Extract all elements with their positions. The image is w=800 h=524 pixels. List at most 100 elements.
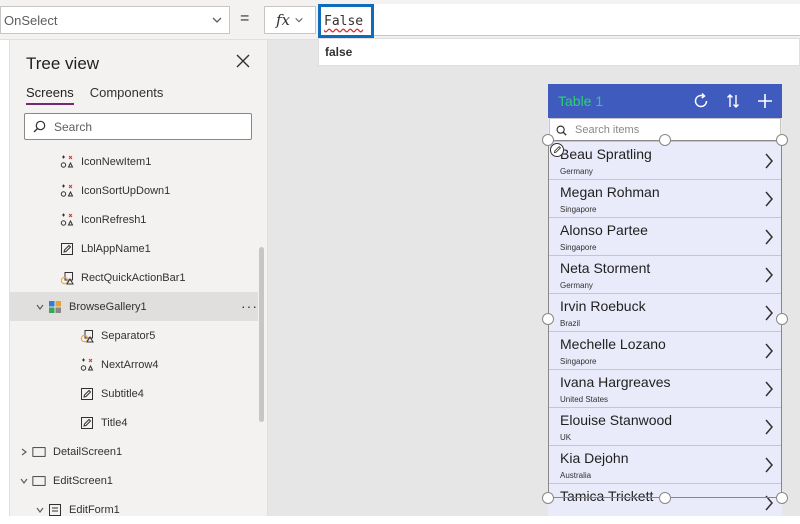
tree-item[interactable]: IconSortUpDown1 — [10, 176, 258, 205]
search-icon — [556, 125, 567, 136]
chevron-right-icon[interactable] — [18, 448, 30, 456]
gallery-item-subtitle: UK — [560, 433, 572, 442]
gallery-item-title: Neta Storment — [560, 260, 651, 276]
gallery-item[interactable]: Kia Dejohn Australia — [548, 446, 782, 484]
next-arrow-icon[interactable] — [764, 418, 774, 436]
resize-handle-left[interactable] — [542, 313, 554, 325]
close-icon[interactable] — [236, 54, 250, 68]
label-control-icon — [60, 242, 74, 256]
app-header: Table 1 — [548, 84, 782, 118]
tree-view-title: Tree view — [26, 54, 100, 73]
resize-handle-bottom-right[interactable] — [776, 492, 788, 504]
resize-handle-bottom-left[interactable] — [542, 492, 554, 504]
formula-value[interactable]: False — [318, 4, 374, 38]
gallery-item[interactable]: Ivana Hargreaves United States — [548, 370, 782, 408]
tree-view-tabs: Screens Components — [26, 85, 163, 105]
tree-item[interactable]: IconRefresh1 — [10, 205, 258, 234]
gallery-item-title: Kia Dejohn — [560, 450, 629, 466]
tree-item[interactable]: DetailScreen1 — [10, 437, 258, 466]
gallery-item[interactable]: Elouise Stanwood UK — [548, 408, 782, 446]
gallery-item-subtitle: Singapore — [560, 243, 597, 252]
next-arrow-icon[interactable] — [764, 228, 774, 246]
tree-item[interactable]: Subtitle4 — [10, 379, 258, 408]
gallery-item-subtitle: Australia — [560, 471, 592, 480]
chevron-down-icon[interactable] — [18, 477, 30, 485]
tree-item[interactable]: IconNewItem1 — [10, 147, 258, 176]
browse-gallery[interactable]: Beau Spratling Germany Megan Rohman Singapo… — [548, 142, 782, 516]
property-dropdown[interactable]: OnSelect — [0, 6, 230, 34]
gallery-item[interactable]: Irvin Roebuck Brazil — [548, 294, 782, 332]
gallery-item-subtitle: Germany — [560, 281, 593, 290]
next-arrow-icon[interactable] — [764, 266, 774, 284]
tree-item[interactable]: RectQuickActionBar1 — [10, 263, 258, 292]
gallery-item[interactable]: Mechelle Lozano Singapore — [548, 332, 782, 370]
gallery-item-subtitle: Germany — [560, 167, 593, 176]
tree-item-label: RectQuickActionBar1 — [81, 271, 186, 284]
left-rail — [0, 40, 10, 516]
tree-item[interactable]: EditScreen1 — [10, 466, 258, 495]
next-arrow-icon[interactable] — [764, 380, 774, 398]
gallery-item-title: Tamica Trickett — [560, 488, 654, 504]
add-icon[interactable] — [756, 92, 774, 110]
resize-handle-bottom[interactable] — [659, 492, 671, 504]
tree-item-label: LblAppName1 — [81, 242, 151, 255]
next-arrow-icon[interactable] — [764, 342, 774, 360]
tree-item[interactable]: Separator5 — [10, 321, 258, 350]
gallery-item-title: Beau Spratling — [560, 146, 652, 162]
formula-bar: OnSelect = fx False — [0, 0, 800, 40]
tree-item[interactable]: EditForm1 — [10, 495, 258, 524]
resize-handle-top[interactable] — [659, 134, 671, 146]
tree-item-label: NextArrow4 — [101, 358, 159, 371]
property-dropdown-value: OnSelect — [4, 12, 58, 28]
label-control-icon — [80, 416, 94, 430]
fx-button[interactable]: fx — [264, 6, 316, 34]
tree-view-panel: Tree view Screens Components Search Icon… — [10, 40, 268, 516]
resize-handle-top-right[interactable] — [776, 134, 788, 146]
icon-control-icon — [60, 155, 74, 169]
tree-item-label: IconNewItem1 — [81, 155, 152, 168]
chevron-down-icon — [212, 17, 222, 23]
tree-item-label: IconSortUpDown1 — [81, 184, 171, 197]
screen-icon — [32, 445, 46, 459]
gallery-control-icon — [48, 300, 62, 314]
next-arrow-icon[interactable] — [764, 190, 774, 208]
sort-up-down-icon[interactable] — [724, 92, 742, 110]
tree-item-label: EditScreen1 — [53, 474, 113, 487]
tree-item[interactable]: Title4 — [10, 408, 258, 437]
tab-screens[interactable]: Screens — [26, 85, 74, 105]
tree-item[interactable]: NextArrow4 — [10, 350, 258, 379]
shape-control-icon — [60, 271, 74, 285]
app-title[interactable]: Table 1 — [558, 93, 603, 109]
icon-control-icon — [60, 184, 74, 198]
tree-item-label: DetailScreen1 — [53, 445, 123, 458]
next-arrow-icon[interactable] — [764, 494, 774, 512]
edit-pencil-icon[interactable] — [550, 143, 564, 157]
tree-item-label: Title4 — [101, 416, 128, 429]
gallery-item-subtitle: United States — [560, 395, 609, 404]
resize-handle-right[interactable] — [776, 313, 788, 325]
chevron-down-icon[interactable] — [34, 506, 46, 514]
next-arrow-icon[interactable] — [764, 456, 774, 474]
more-options-icon[interactable]: ··· — [241, 298, 258, 314]
formula-input[interactable] — [318, 4, 800, 36]
screen-icon — [32, 474, 46, 488]
next-arrow-icon[interactable] — [764, 304, 774, 322]
tab-components[interactable]: Components — [90, 85, 164, 105]
intellisense-suggestion[interactable]: false — [318, 38, 800, 66]
label-control-icon — [80, 387, 94, 401]
gallery-item[interactable]: Neta Storment Germany — [548, 256, 782, 294]
gallery-item[interactable]: Beau Spratling Germany — [548, 142, 782, 180]
tree-search-input[interactable]: Search — [24, 113, 252, 140]
chevron-down-icon[interactable] — [34, 303, 46, 311]
equals-sign: = — [240, 10, 250, 27]
tree-item[interactable]: LblAppName1 — [10, 234, 258, 263]
next-arrow-icon[interactable] — [764, 152, 774, 170]
tree-item[interactable]: BrowseGallery1 ··· — [10, 292, 258, 321]
tree-search-placeholder: Search — [54, 119, 93, 134]
gallery-item[interactable]: Megan Rohman Singapore — [548, 180, 782, 218]
tree-list: IconNewItem1 IconSortUpDown1 IconRefresh1 L… — [10, 147, 258, 524]
gallery-item[interactable]: Alonso Partee Singapore — [548, 218, 782, 256]
app-search-placeholder: Search items — [575, 124, 640, 136]
refresh-icon[interactable] — [692, 92, 710, 110]
tree-scrollbar[interactable] — [259, 247, 264, 422]
